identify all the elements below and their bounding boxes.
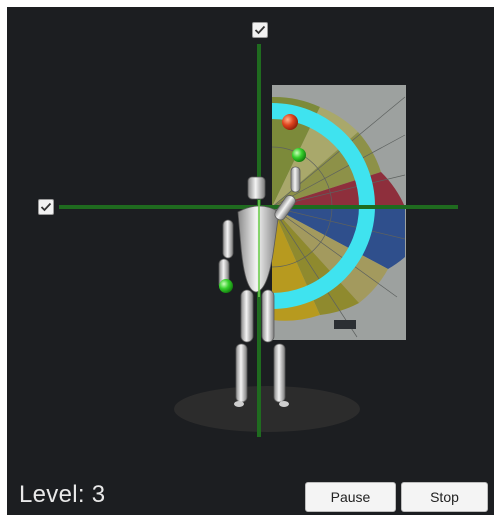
avatar-right-thigh — [261, 289, 275, 343]
avatar-right-forearm — [290, 166, 301, 193]
avatar-left-thigh — [240, 289, 254, 343]
avatar-right-foot — [279, 401, 289, 407]
avatar-left-upper-arm — [222, 219, 234, 259]
game-scene — [59, 44, 458, 437]
target-ball — [282, 114, 298, 130]
game-viewport[interactable]: Level: 3 Pause Stop — [7, 7, 494, 515]
avatar-left-shin — [235, 343, 248, 403]
horizontal-axis-checkbox[interactable] — [38, 199, 54, 215]
stop-button[interactable]: Stop — [401, 482, 488, 512]
pause-button[interactable]: Pause — [305, 482, 396, 512]
floor-shadow — [174, 386, 360, 432]
hand-marker-left — [219, 279, 233, 293]
avatar-left-foot — [234, 401, 244, 407]
vertical-axis-checkbox[interactable] — [252, 22, 268, 38]
avatar-head — [247, 176, 266, 200]
level-label: Level: 3 — [19, 481, 106, 508]
check-icon — [40, 202, 52, 212]
check-icon — [254, 25, 266, 35]
avatar-right-shin — [273, 343, 286, 403]
hand-marker-right — [292, 148, 306, 162]
